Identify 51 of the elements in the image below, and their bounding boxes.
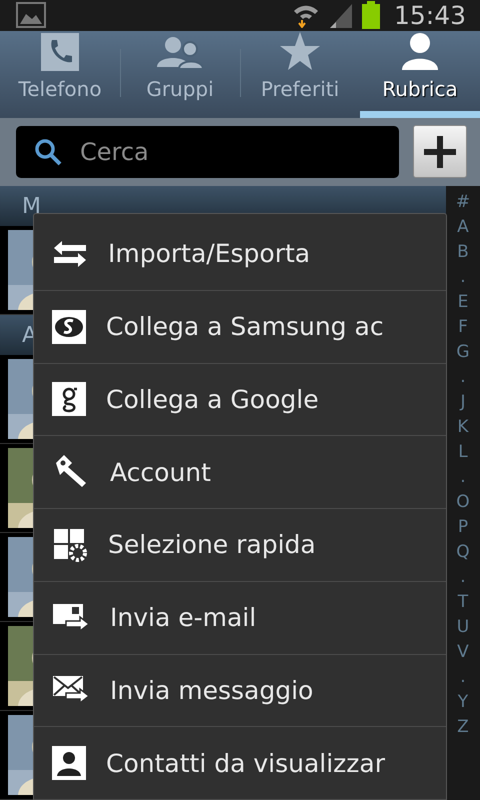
group-icon: [155, 34, 205, 71]
menu-item[interactable]: Collega a Samsung ac: [34, 290, 446, 364]
menu-item[interactable]: Invia e-mail: [34, 582, 446, 654]
dial-pad-gear-icon: [52, 528, 88, 562]
index-letter[interactable]: .: [446, 265, 480, 290]
menu-item[interactable]: Importa/Esporta: [34, 218, 446, 291]
battery-icon: [362, 1, 380, 30]
index-letter[interactable]: L: [446, 440, 480, 465]
index-letter[interactable]: Y: [446, 690, 480, 715]
index-letter[interactable]: T: [446, 590, 480, 615]
index-letter[interactable]: J: [446, 390, 480, 415]
add-button[interactable]: [413, 125, 467, 178]
menu-item[interactable]: Contatti da visualizzar: [34, 727, 446, 800]
alphabet-index[interactable]: # A B . E F G . J K L . O P Q . T U V . Y Z: [446, 186, 480, 800]
swap-arrows-icon: [52, 240, 88, 268]
index-letter[interactable]: .: [446, 365, 480, 390]
signal-icon: [328, 2, 354, 28]
search-icon: [34, 138, 62, 166]
index-letter[interactable]: #: [446, 190, 480, 215]
tab[interactable]: Gruppi: [120, 30, 240, 118]
search-field[interactable]: Cerca: [16, 126, 399, 178]
letter-s-icon: [52, 310, 86, 344]
menu-item[interactable]: Invia messaggio: [34, 654, 446, 728]
clock-time: 15:43: [394, 0, 466, 30]
index-letter[interactable]: .: [446, 665, 480, 690]
picture-notification-icon: [16, 2, 46, 28]
menu-item[interactable]: Selezione rapida: [34, 509, 446, 582]
index-letter[interactable]: Q: [446, 540, 480, 565]
index-letter[interactable]: .: [446, 465, 480, 490]
tab[interactable]: Telefono: [0, 30, 120, 118]
star-icon: [279, 30, 321, 71]
index-letter[interactable]: G: [446, 340, 480, 365]
index-letter[interactable]: K: [446, 415, 480, 440]
index-letter[interactable]: O: [446, 490, 480, 515]
plus-icon: [424, 136, 456, 168]
index-letter[interactable]: A: [446, 215, 480, 240]
person-icon: [400, 30, 440, 71]
letter-g-icon: [52, 382, 86, 416]
tab[interactable]: Preferiti: [240, 30, 360, 118]
index-letter[interactable]: B: [446, 240, 480, 265]
index-letter[interactable]: E: [446, 290, 480, 315]
index-letter[interactable]: Z: [446, 715, 480, 740]
phone-icon: [41, 32, 79, 71]
contact-card-icon: [52, 746, 86, 780]
index-letter[interactable]: .: [446, 565, 480, 590]
index-letter[interactable]: U: [446, 615, 480, 640]
index-letter[interactable]: F: [446, 315, 480, 340]
index-letter[interactable]: P: [446, 515, 480, 540]
menu-item[interactable]: Account: [34, 436, 446, 509]
index-letter[interactable]: V: [446, 640, 480, 665]
menu-item[interactable]: Collega a Google: [34, 364, 446, 436]
